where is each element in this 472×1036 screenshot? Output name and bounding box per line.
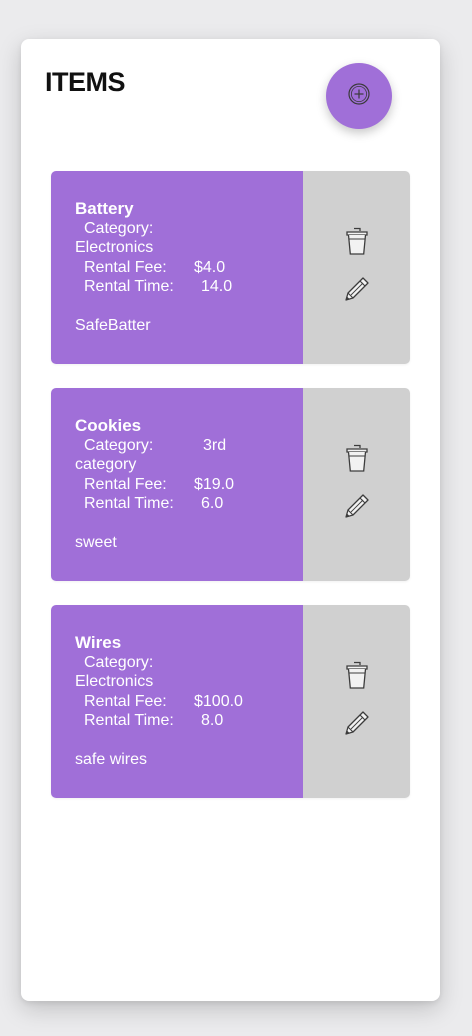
edit-button[interactable]	[337, 489, 377, 529]
edit-button[interactable]	[337, 272, 377, 312]
rental-time-label: Rental Time:	[84, 712, 174, 730]
item-actions	[303, 171, 410, 364]
category-label: Category:	[84, 436, 154, 454]
item-info: Battery Category: Electronics Rental Fee…	[51, 171, 303, 364]
pencil-icon	[340, 489, 374, 528]
pencil-icon	[340, 706, 374, 745]
trash-icon	[344, 442, 370, 479]
item-rental-fee: $100.0	[194, 692, 243, 710]
item-name: Wires	[75, 633, 122, 652]
rental-time-label: Rental Time:	[84, 278, 174, 296]
pencil-icon	[340, 272, 374, 311]
rental-fee-label: Rental Fee:	[84, 475, 167, 493]
items-list: Battery Category: Electronics Rental Fee…	[51, 171, 410, 822]
item-rental-time: 14.0	[201, 278, 233, 296]
add-item-button[interactable]	[326, 63, 392, 129]
items-panel: ITEMS Battery Category: Electronics Rent…	[21, 39, 440, 1001]
item-card: Wires Category: Electronics Rental Fee: …	[51, 605, 410, 798]
item-category-row: Category:	[75, 219, 303, 239]
delete-button[interactable]	[337, 658, 377, 698]
item-time-row: Rental Time: 8.0	[75, 711, 303, 731]
item-info: Wires Category: Electronics Rental Fee: …	[51, 605, 303, 798]
item-rental-fee: $19.0	[194, 475, 235, 493]
item-rental-time: 6.0	[201, 495, 224, 513]
item-category-value-cont: Electronics	[75, 673, 154, 691]
edit-button[interactable]	[337, 706, 377, 746]
page-title: ITEMS	[45, 67, 126, 97]
item-description: safe wires	[75, 750, 148, 768]
item-info: Cookies Category: 3rd category Rental Fe…	[51, 388, 303, 581]
item-category-row: Category:	[75, 653, 303, 673]
item-actions	[303, 388, 410, 581]
rental-fee-label: Rental Fee:	[84, 258, 167, 276]
trash-icon	[344, 659, 370, 696]
item-category-row: Category: 3rd	[75, 436, 303, 456]
delete-button[interactable]	[337, 441, 377, 481]
item-rental-time: 8.0	[201, 712, 224, 730]
item-card: Battery Category: Electronics Rental Fee…	[51, 171, 410, 364]
item-category-value-cont: Electronics	[75, 239, 154, 257]
item-category-value: 3rd	[203, 436, 227, 454]
item-rental-fee: $4.0	[194, 258, 226, 276]
item-fee-row: Rental Fee: $100.0	[75, 692, 303, 712]
delete-button[interactable]	[337, 224, 377, 264]
item-description: sweet	[75, 533, 117, 551]
rental-fee-label: Rental Fee:	[84, 692, 167, 710]
item-description: SafeBatter	[75, 316, 151, 334]
item-time-row: Rental Time: 6.0	[75, 494, 303, 514]
item-name: Battery	[75, 199, 134, 218]
item-actions	[303, 605, 410, 798]
item-card: Cookies Category: 3rd category Rental Fe…	[51, 388, 410, 581]
plus-circle-icon	[347, 82, 371, 111]
category-label: Category:	[84, 219, 154, 237]
item-fee-row: Rental Fee: $19.0	[75, 475, 303, 495]
item-time-row: Rental Time: 14.0	[75, 277, 303, 297]
item-category-value-cont: category	[75, 456, 137, 474]
category-label: Category:	[84, 653, 154, 671]
rental-time-label: Rental Time:	[84, 495, 174, 513]
trash-icon	[344, 225, 370, 262]
item-name: Cookies	[75, 416, 142, 435]
item-fee-row: Rental Fee: $4.0	[75, 258, 303, 278]
